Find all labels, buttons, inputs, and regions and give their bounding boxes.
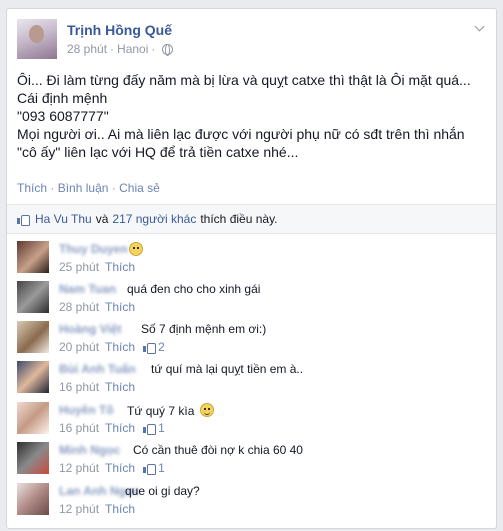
commenter-avatar[interactable]	[17, 321, 49, 353]
comment-item: Hoàng Việt Số 7 định mệnh em ơi:) 20 phú…	[17, 321, 486, 361]
like-count-value: 1	[158, 421, 165, 435]
comment-time[interactable]: 12 phút	[59, 502, 99, 516]
thumbs-up-icon	[143, 462, 157, 475]
comment-like-count[interactable]: 2	[143, 340, 165, 354]
like-count-value: 1	[158, 461, 165, 475]
comment-text: que oi gi day?	[125, 484, 200, 498]
post-line: "cô ấy" liên lạc với HQ để trả tiền catx…	[17, 144, 299, 160]
comment-item: Bùi Anh Tuấn tứ quí mà lại quỵt tiền em …	[17, 361, 486, 401]
laugh-emoji-icon	[199, 403, 214, 417]
comment-meta: 25 phút Thích	[59, 260, 135, 274]
comment-button[interactable]: Bình luận	[58, 181, 109, 195]
post-actions: Thích · Bình luận · Chia sẻ	[17, 181, 160, 195]
comment-like-button[interactable]: Thích	[105, 461, 135, 475]
post-meta: 28 phút · Hanoi ·	[67, 42, 174, 56]
post-location[interactable]: Hanoi	[117, 42, 148, 56]
comment-meta: 12 phút Thích	[59, 502, 135, 516]
frown-emoji-icon	[129, 242, 143, 256]
comment-like-button[interactable]: Thích	[105, 260, 135, 274]
comment-text: tứ quí mà lại quỵt tiền em à..	[151, 362, 304, 376]
comment-meta: 16 phút Thích	[59, 380, 135, 394]
likes-summary: Ha Vu Thu và 217 người khác thích điều n…	[7, 204, 496, 234]
first-liker-link[interactable]: Ha Vu Thu	[35, 212, 92, 226]
comment-like-button[interactable]: Thích	[105, 380, 135, 394]
post-card: Trịnh Hồng Quế 28 phút · Hanoi · Ôi... Đ…	[6, 8, 497, 529]
thumbs-up-icon	[17, 213, 30, 226]
other-likers-link[interactable]: 217 người khác	[112, 212, 196, 226]
post-header: Trịnh Hồng Quế 28 phút · Hanoi ·	[17, 19, 486, 63]
comment-text: quá đen cho cho xinh gái	[127, 282, 261, 296]
comment-text: Có cần thuê đòi nợ k chia 60 40	[133, 443, 303, 457]
post-body: Ôi... Đi làm từng đấy năm mà bị lừa và q…	[17, 71, 486, 161]
comment-text: Tứ quý 7 kìa	[127, 403, 214, 418]
commenter-name[interactable]: Bùi Anh Tuấn	[59, 362, 136, 376]
commenter-name[interactable]: Huyền Tô	[59, 403, 114, 417]
post-line: "093 6087777"	[17, 108, 109, 124]
meta-separator: ·	[151, 42, 156, 56]
like-button[interactable]: Thích	[17, 181, 47, 195]
comment-meta: 28 phút Thích	[59, 300, 135, 314]
post-time[interactable]: 28 phút	[67, 42, 107, 56]
comment-like-count[interactable]: 1	[143, 461, 165, 475]
likes-suffix: thích điều này.	[200, 212, 278, 226]
comment-time[interactable]: 28 phút	[59, 300, 99, 314]
thumbs-up-icon	[143, 422, 157, 435]
comment-item: Minh Ngọc Có cần thuê đòi nợ k chia 60 4…	[17, 442, 486, 482]
action-dot: ·	[50, 181, 55, 195]
meta-separator: ·	[110, 42, 115, 56]
comment-time[interactable]: 16 phút	[59, 380, 99, 394]
comment-text: Số 7 định mệnh em ơi:)	[141, 322, 267, 336]
comment-like-button[interactable]: Thích	[105, 340, 135, 354]
post-line: Ôi... Đi làm từng đấy năm mà bị lừa và q…	[17, 72, 471, 88]
commenter-avatar[interactable]	[17, 483, 49, 515]
comment-text	[127, 242, 143, 257]
action-dot: ·	[111, 181, 116, 195]
commenter-avatar[interactable]	[17, 402, 49, 434]
commenter-name[interactable]: Hoàng Việt	[59, 322, 121, 336]
post-line: Mọi người ơi.. Ai mà liên lạc được với n…	[17, 126, 465, 142]
author-avatar[interactable]	[17, 19, 57, 59]
comment-text-value: Tứ quý 7 kìa	[127, 404, 195, 418]
comment-meta: 16 phút Thích 1	[59, 421, 165, 435]
comment-time[interactable]: 16 phút	[59, 421, 99, 435]
commenter-name[interactable]: Minh Ngọc	[59, 443, 120, 457]
share-button[interactable]: Chia sẻ	[119, 181, 160, 195]
comment-like-button[interactable]: Thích	[105, 300, 135, 314]
commenter-name[interactable]: Thuy Duyen	[59, 242, 128, 256]
author-name[interactable]: Trịnh Hồng Quế	[67, 22, 172, 38]
commenter-avatar[interactable]	[17, 281, 49, 313]
commenter-name[interactable]: Nam Tuan	[59, 282, 116, 296]
comment-item: Huyền Tô Tứ quý 7 kìa 16 phút Thích 1	[17, 402, 486, 442]
globe-icon[interactable]	[162, 43, 174, 56]
comment-like-count[interactable]: 1	[143, 421, 165, 435]
comment-meta: 20 phút Thích 2	[59, 340, 165, 354]
comment-like-button[interactable]: Thích	[105, 421, 135, 435]
commenter-avatar[interactable]	[17, 241, 49, 273]
comment-meta: 12 phút Thích 1	[59, 461, 165, 475]
thumbs-up-icon	[143, 341, 157, 354]
commenter-avatar[interactable]	[17, 442, 49, 474]
comment-time[interactable]: 25 phút	[59, 260, 99, 274]
comment-item: Lan Anh Ngọc que oi gi day? 12 phút Thíc…	[17, 483, 486, 523]
comment-item: Thuy Duyen 25 phút Thích	[17, 241, 486, 281]
commenter-avatar[interactable]	[17, 361, 49, 393]
chevron-down-icon[interactable]	[474, 23, 486, 35]
like-count-value: 2	[158, 340, 165, 354]
comment-like-button[interactable]: Thích	[105, 502, 135, 516]
comment-time[interactable]: 20 phút	[59, 340, 99, 354]
likes-conjunction: và	[95, 212, 109, 226]
comment-time[interactable]: 12 phút	[59, 461, 99, 475]
comment-item: Nam Tuan quá đen cho cho xinh gái 28 phú…	[17, 281, 486, 321]
post-line: Cái định mệnh	[17, 90, 108, 106]
